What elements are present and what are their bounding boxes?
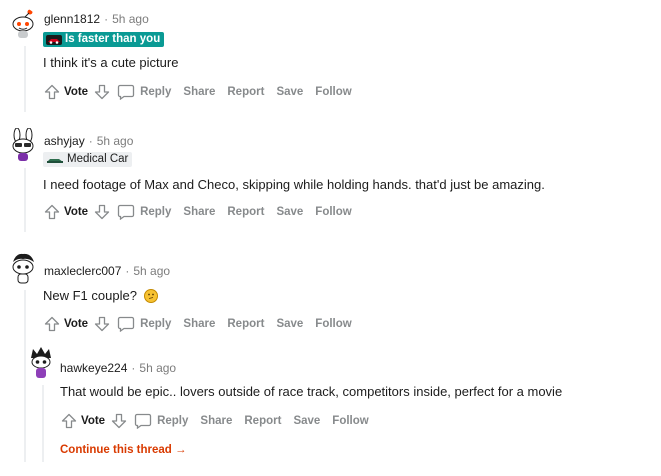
reply-bubble-icon[interactable]: [116, 202, 136, 222]
arrow-right-icon: →: [175, 444, 187, 456]
separator-dot: ·: [131, 361, 136, 375]
save-button[interactable]: Save: [293, 415, 320, 427]
car-flair-icon: [46, 34, 62, 45]
downvote-icon[interactable]: [92, 202, 112, 222]
reply-button[interactable]: Reply: [157, 415, 188, 427]
vote-count: Vote: [64, 86, 89, 98]
reply-bubble-icon[interactable]: [133, 411, 153, 431]
thread-line[interactable]: [42, 385, 44, 462]
username[interactable]: ashyjay: [44, 134, 85, 148]
upvote-icon[interactable]: [42, 314, 62, 334]
upvote-icon[interactable]: [59, 411, 79, 431]
follow-button[interactable]: Follow: [315, 206, 351, 218]
comment-body: That would be epic.. lovers outside of r…: [60, 384, 563, 399]
follow-button[interactable]: Follow: [332, 415, 368, 427]
reply-button[interactable]: Reply: [140, 206, 171, 218]
report-button[interactable]: Report: [227, 86, 264, 98]
downvote-icon[interactable]: [92, 82, 112, 102]
user-flair: Medical Car: [43, 152, 133, 167]
username[interactable]: hawkeye224: [60, 361, 127, 375]
separator-dot: ·: [104, 12, 109, 26]
thinking-emoji-icon: [143, 289, 158, 303]
separator-dot: ·: [88, 134, 93, 148]
avatar[interactable]: [28, 345, 54, 379]
comment-actions: Vote Reply Share Report Save Follow: [59, 411, 381, 431]
comment-meta: ashyjay · 5h ago: [44, 134, 133, 148]
comment-meta: maxleclerc007 · 5h ago: [44, 264, 170, 278]
reply-bubble-icon[interactable]: [116, 82, 136, 102]
reply-button[interactable]: Reply: [140, 318, 171, 330]
comment-body: New F1 couple?: [43, 288, 158, 303]
reply-button[interactable]: Reply: [140, 86, 171, 98]
avatar[interactable]: [8, 250, 38, 284]
username[interactable]: glenn1812: [44, 12, 100, 26]
timestamp[interactable]: 5h ago: [112, 12, 149, 26]
snoo-hair-avatar-icon: [12, 253, 34, 284]
report-button[interactable]: Report: [227, 206, 264, 218]
share-button[interactable]: Share: [183, 318, 215, 330]
timestamp[interactable]: 5h ago: [97, 134, 134, 148]
save-button[interactable]: Save: [276, 206, 303, 218]
snoo-avatar-icon: [12, 9, 34, 38]
timestamp[interactable]: 5h ago: [139, 361, 176, 375]
report-button[interactable]: Report: [244, 415, 281, 427]
timestamp[interactable]: 5h ago: [133, 264, 170, 278]
follow-button[interactable]: Follow: [315, 86, 351, 98]
reply-bubble-icon[interactable]: [116, 314, 136, 334]
bunny-avatar-icon: [12, 128, 34, 161]
upvote-icon[interactable]: [42, 82, 62, 102]
thread-line[interactable]: [24, 290, 26, 462]
save-button[interactable]: Save: [276, 318, 303, 330]
user-flair: Is faster than you: [43, 32, 165, 47]
share-button[interactable]: Share: [183, 206, 215, 218]
vote-count: Vote: [81, 415, 106, 427]
avatar[interactable]: [8, 128, 38, 162]
medical-car-flair-icon: [47, 158, 63, 163]
thread-line[interactable]: [24, 46, 26, 112]
continue-thread-label: Continue this thread: [60, 444, 172, 456]
downvote-icon[interactable]: [92, 314, 112, 334]
share-button[interactable]: Share: [183, 86, 215, 98]
thread-line[interactable]: [24, 168, 26, 232]
downvote-icon[interactable]: [109, 411, 129, 431]
continue-thread-link[interactable]: Continue this thread →: [60, 444, 187, 456]
separator-dot: ·: [125, 264, 130, 278]
report-button[interactable]: Report: [227, 318, 264, 330]
comment-meta: hawkeye224 · 5h ago: [60, 361, 176, 375]
username[interactable]: maxleclerc007: [44, 264, 121, 278]
purple-snoo-avatar-icon: [31, 347, 51, 378]
avatar[interactable]: [8, 8, 38, 40]
flair-text: Medical Car: [67, 153, 129, 165]
comment-actions: Vote Reply Share Report Save Follow: [42, 202, 364, 222]
comment-body: I need footage of Max and Checo, skippin…: [43, 177, 545, 192]
vote-count: Vote: [64, 318, 89, 330]
vote-count: Vote: [64, 206, 89, 218]
comment-body: I think it's a cute picture: [43, 55, 179, 70]
comment-actions: Vote Reply Share Report Save Follow: [42, 82, 364, 102]
follow-button[interactable]: Follow: [315, 318, 351, 330]
flair-text: Is faster than you: [65, 33, 161, 45]
upvote-icon[interactable]: [42, 202, 62, 222]
comment-meta: glenn1812 · 5h ago: [44, 12, 149, 26]
comment-actions: Vote Reply Share Report Save Follow: [42, 314, 364, 334]
share-button[interactable]: Share: [200, 415, 232, 427]
save-button[interactable]: Save: [276, 86, 303, 98]
comment-body-text: New F1 couple?: [43, 288, 137, 303]
